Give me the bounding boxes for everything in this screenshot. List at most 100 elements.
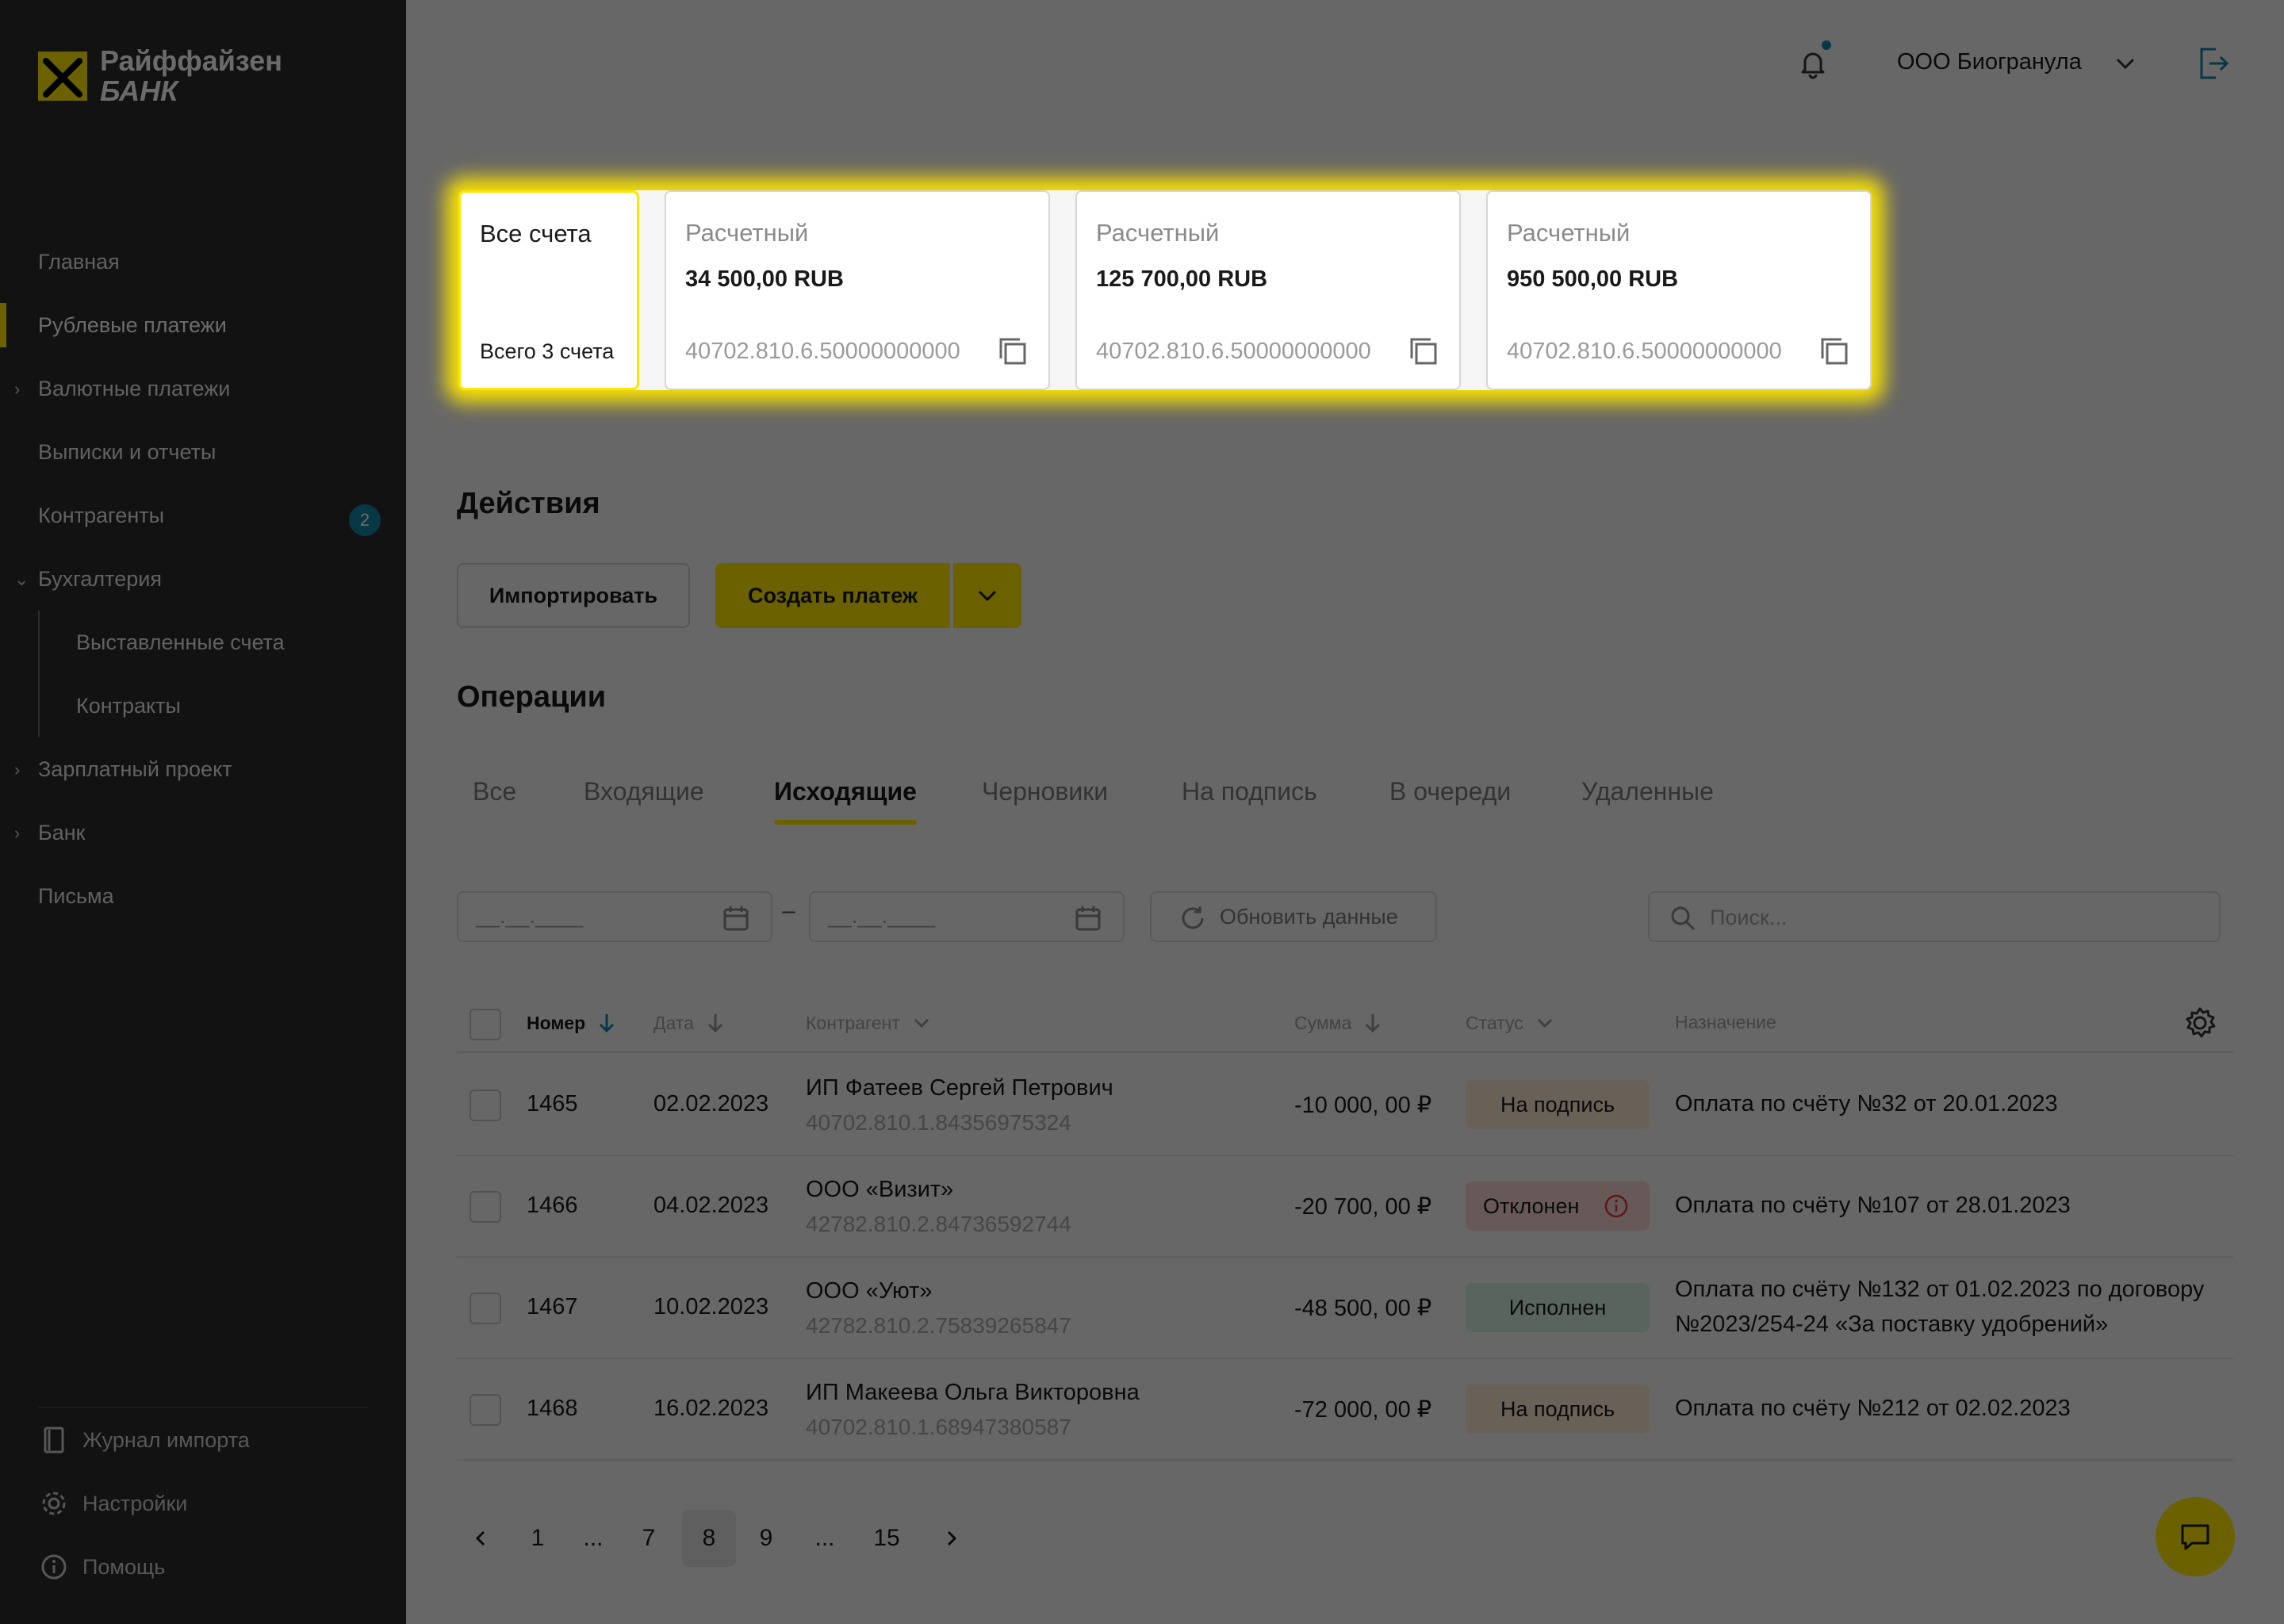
column-number[interactable]: Номер xyxy=(527,1012,617,1034)
sidebar-item-label: Настройки xyxy=(82,1491,188,1515)
refresh-button[interactable]: Обновить данные xyxy=(1150,891,1437,942)
page-15[interactable]: 15 xyxy=(871,1510,902,1567)
sidebar-item-salary[interactable]: › Зарплатный проект xyxy=(0,737,406,801)
account-card[interactable]: Расчетный 950 500,00 RUB 40702.810.6.500… xyxy=(1486,190,1872,390)
tab-all[interactable]: Все xyxy=(473,777,516,806)
create-payment-button[interactable]: Создать платеж xyxy=(715,563,950,628)
page-7[interactable]: 7 xyxy=(633,1510,665,1567)
date-from-input[interactable]: __.__.____ xyxy=(457,891,772,942)
sidebar-item-label: Бухгалтерия xyxy=(38,566,162,591)
sidebar-item-label: Рублевые платежи xyxy=(38,312,227,337)
create-payment-dropdown-button[interactable] xyxy=(953,563,1021,628)
sidebar-item-label: Зарплатный проект xyxy=(38,756,232,781)
sidebar-item-help[interactable]: Помощь xyxy=(0,1535,406,1599)
sort-arrow-icon xyxy=(707,1014,722,1033)
tab-in-queue[interactable]: В очереди xyxy=(1389,777,1511,806)
row-date: 10.02.2023 xyxy=(653,1294,769,1320)
all-accounts-label: Все счета xyxy=(480,220,592,247)
sidebar-item-label: Помощь xyxy=(82,1554,166,1579)
account-type: Расчетный xyxy=(1096,219,1220,247)
select-all-checkbox[interactable] xyxy=(469,1009,501,1040)
status-label: На подпись xyxy=(1500,1396,1615,1421)
column-purpose-label: Назначение xyxy=(1675,1012,1776,1032)
row-checkbox[interactable] xyxy=(469,1394,501,1426)
date-range-dash: – xyxy=(782,898,795,924)
row-purpose: Оплата по счёту №32 от 20.01.2023 xyxy=(1675,1091,2058,1116)
table-settings-gear-icon[interactable] xyxy=(2182,1005,2217,1040)
next-page-icon[interactable] xyxy=(936,1510,968,1567)
sidebar-item-statements[interactable]: Выписки и отчеты xyxy=(0,420,406,484)
copy-icon[interactable] xyxy=(998,336,1028,366)
row-number: 1466 xyxy=(527,1193,578,1218)
row-sum: -48 500, 00 ₽ xyxy=(1294,1296,1432,1321)
copy-icon[interactable] xyxy=(1819,336,1849,366)
status-label: Отклонен xyxy=(1483,1193,1580,1218)
table-row[interactable]: 1465 02.02.2023 ИП Фатеев Сергей Петрови… xyxy=(457,1055,2233,1156)
sidebar-item-counterparties[interactable]: Контрагенты 2 xyxy=(0,484,406,547)
sidebar-item-import-log[interactable]: Журнал импорта xyxy=(0,1408,406,1472)
logo-line2: БАНК xyxy=(100,75,178,107)
refresh-icon xyxy=(1178,904,1207,933)
sort-arrow-icon xyxy=(1366,1014,1381,1033)
tab-incoming[interactable]: Входящие xyxy=(584,777,704,806)
company-selector[interactable]: ООО Биогранула xyxy=(1897,49,2082,75)
row-checkbox[interactable] xyxy=(469,1293,501,1324)
page-1[interactable]: 1 xyxy=(522,1510,554,1567)
chat-button[interactable] xyxy=(2156,1497,2235,1576)
search-box[interactable] xyxy=(1648,891,2221,942)
row-date: 04.02.2023 xyxy=(653,1193,769,1218)
sidebar-item-letters[interactable]: Письма xyxy=(0,864,406,928)
calendar-icon[interactable] xyxy=(1074,904,1102,933)
chevron-down-icon[interactable] xyxy=(2113,52,2138,75)
tab-outgoing[interactable]: Исходящие xyxy=(774,777,917,825)
sidebar-item-invoices[interactable]: Выставленные счета xyxy=(0,611,406,674)
sort-arrow-icon xyxy=(600,1014,615,1033)
column-sum[interactable]: Сумма xyxy=(1294,1012,1383,1034)
column-counterparty[interactable]: Контрагент xyxy=(806,1012,932,1034)
column-date[interactable]: Дата xyxy=(653,1012,726,1034)
tab-to-sign[interactable]: На подпись xyxy=(1182,777,1317,806)
logout-icon[interactable] xyxy=(2195,44,2230,82)
copy-icon[interactable] xyxy=(1408,336,1439,366)
table-row[interactable]: 1467 10.02.2023 ООО «Уют» 42782.810.2.75… xyxy=(457,1258,2233,1359)
account-type: Расчетный xyxy=(1507,219,1631,247)
calendar-icon[interactable] xyxy=(722,904,750,933)
sidebar-item-accounting[interactable]: ⌄ Бухгалтерия xyxy=(0,547,406,611)
sidebar-item-rub-payments[interactable]: Рублевые платежи xyxy=(0,293,406,357)
row-checkbox[interactable] xyxy=(469,1191,501,1223)
tab-drafts[interactable]: Черновики xyxy=(982,777,1108,806)
row-purpose: Оплата по счёту №107 от 28.01.2023 xyxy=(1675,1193,2071,1218)
row-number: 1468 xyxy=(527,1396,578,1421)
info-icon xyxy=(38,1551,70,1583)
date-to-mask: __.__.____ xyxy=(828,904,936,928)
chat-icon xyxy=(2181,1524,2209,1550)
page-9[interactable]: 9 xyxy=(750,1510,782,1567)
account-card-all[interactable]: Все счета Всего 3 счета xyxy=(458,190,639,390)
sidebar-item-fx-payments[interactable]: › Валютные платежи xyxy=(0,357,406,420)
search-icon xyxy=(1669,904,1697,933)
sidebar-item-contracts[interactable]: Контракты xyxy=(0,674,406,737)
sidebar-item-settings[interactable]: Настройки xyxy=(0,1472,406,1535)
row-date: 16.02.2023 xyxy=(653,1396,769,1421)
date-to-input[interactable]: __.__.____ xyxy=(809,891,1125,942)
page-8-current[interactable]: 8 xyxy=(682,1510,736,1567)
column-status[interactable]: Статус xyxy=(1466,1012,1555,1034)
prev-page-icon[interactable] xyxy=(465,1510,496,1567)
bell-icon[interactable] xyxy=(1795,46,1830,81)
status-badge: На подпись xyxy=(1466,1385,1650,1434)
row-checkbox[interactable] xyxy=(469,1090,501,1121)
info-icon[interactable] xyxy=(1604,1193,1629,1219)
import-button[interactable]: Импортировать xyxy=(457,563,690,628)
search-input[interactable] xyxy=(1710,901,2202,934)
account-card[interactable]: Расчетный 125 700,00 RUB 40702.810.6.500… xyxy=(1075,190,1461,390)
sidebar-item-label: Выставленные счета xyxy=(76,630,285,654)
tab-deleted[interactable]: Удаленные xyxy=(1581,777,1714,806)
table-row[interactable]: 1468 16.02.2023 ИП Макеева Ольга Викторо… xyxy=(457,1359,2233,1461)
account-card[interactable]: Расчетный 34 500,00 RUB 40702.810.6.5000… xyxy=(665,190,1050,390)
sidebar-item-home[interactable]: Главная xyxy=(0,230,406,293)
table-row[interactable]: 1466 04.02.2023 ООО «Визит» 42782.810.2.… xyxy=(457,1156,2233,1258)
sidebar-item-bank[interactable]: › Банк xyxy=(0,801,406,864)
raiffeisen-logo[interactable]: Райффайзен БАНК xyxy=(38,46,282,106)
raiffeisen-logo-icon xyxy=(38,52,87,101)
sidebar-item-label: Главная xyxy=(38,249,120,274)
